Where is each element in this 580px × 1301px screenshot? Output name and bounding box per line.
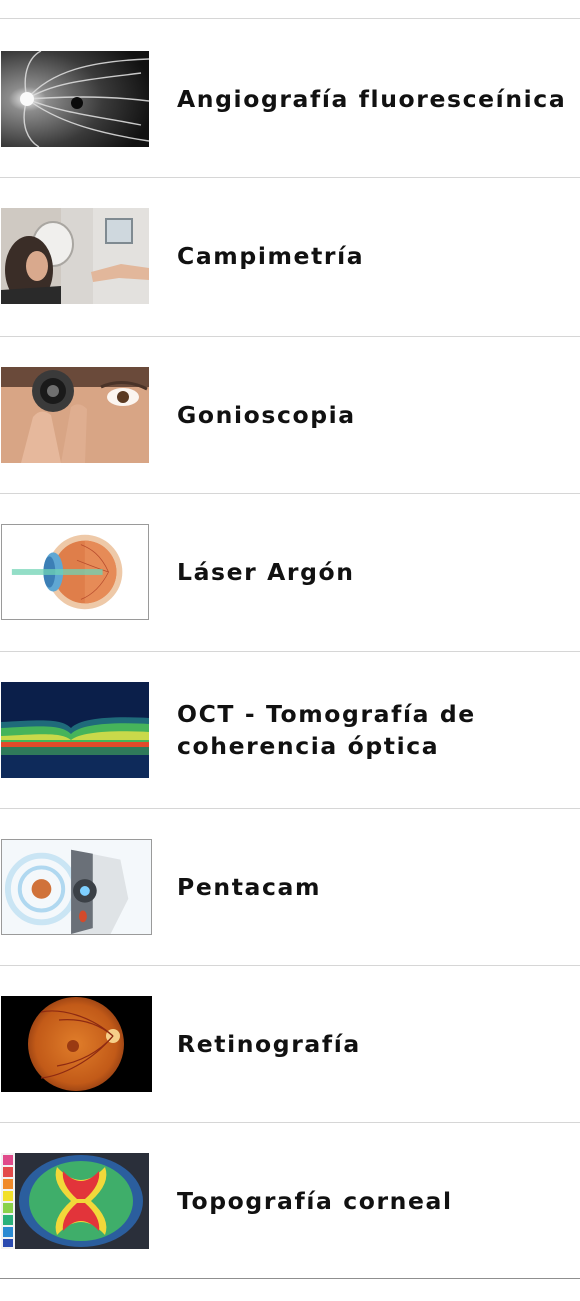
list-item-laser-argon[interactable]: Láser Argón: [0, 494, 580, 650]
visual-field-test-thumbnail: [1, 208, 149, 304]
list-item-oct[interactable]: OCT - Tomografía de coherencia óptica: [0, 652, 580, 808]
fluorescein-angiography-thumbnail: [1, 51, 149, 147]
list-item-gonioscopia[interactable]: Gonioscopia: [0, 337, 580, 493]
list-item-angiografia[interactable]: Angiografía fluoresceínica: [0, 21, 580, 177]
item-label: Pentacam: [177, 873, 322, 901]
item-label: OCT - Tomografía de coherencia óptica: [177, 700, 476, 760]
item-label: Angiografía fluoresceínica: [177, 85, 567, 113]
fundus-retina-thumbnail: [1, 996, 152, 1092]
list-item-pentacam[interactable]: Pentacam: [0, 809, 580, 965]
item-label: Gonioscopia: [177, 401, 356, 429]
list-item-campimetria[interactable]: Campimetría: [0, 178, 580, 334]
pentacam-thumbnail: [1, 839, 152, 935]
item-label: Retinografía: [177, 1030, 361, 1058]
item-label: Topografía corneal: [177, 1187, 453, 1215]
list-item-topografia-corneal[interactable]: Topografía corneal: [0, 1123, 580, 1279]
argon-laser-diagram-thumbnail: [1, 524, 149, 620]
list-item-retinografia[interactable]: Retinografía: [0, 966, 580, 1122]
oct-scan-thumbnail: [1, 682, 149, 778]
item-label: Campimetría: [177, 242, 365, 270]
corneal-topography-thumbnail: [1, 1153, 149, 1249]
bottom-divider: [0, 1278, 580, 1279]
item-label: Láser Argón: [177, 558, 355, 586]
gonioscopy-lens-thumbnail: [1, 367, 149, 463]
divider: [0, 18, 580, 19]
